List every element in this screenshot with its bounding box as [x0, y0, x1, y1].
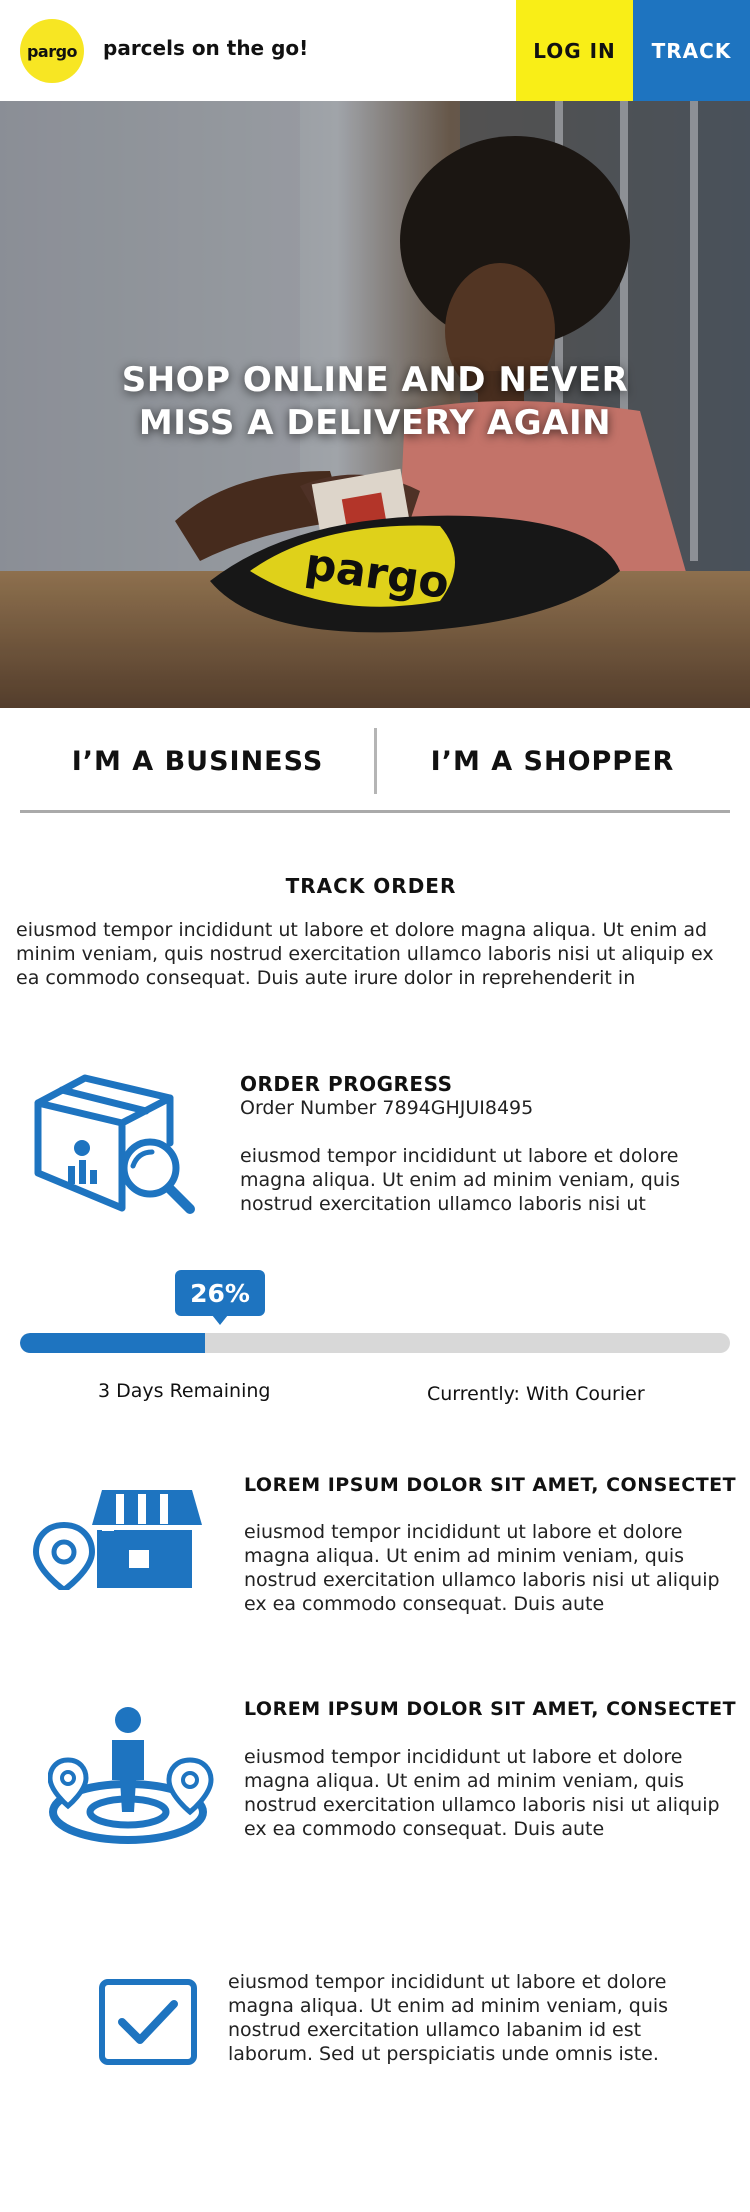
site-header: pargo parcels on the go! LOG IN TRACK [0, 0, 750, 101]
tab-shopper[interactable]: I’M A SHOPPER [375, 728, 730, 794]
track-order-title: TRACK ORDER [285, 874, 457, 898]
audience-tabs: I’M A BUSINESS I’M A SHOPPER [20, 708, 730, 813]
delivery-status: Currently: With Courier [427, 1383, 645, 1405]
order-number: Order Number 7894GHJUI8495 [240, 1097, 534, 1119]
checkbox-icon [99, 1979, 197, 2065]
pargo-logo[interactable]: pargo [20, 19, 84, 83]
package-search-icon [34, 1074, 195, 1214]
track-order-intro: eiusmod tempor incididunt ut labore et d… [16, 919, 714, 989]
hero-headline-line-1: SHOP ONLINE AND NEVER [121, 360, 629, 400]
feature-heading-1: LOREM IPSUM DOLOR SIT AMET, CONSECTET [244, 1474, 737, 1496]
order-description: eiusmod tempor incididunt ut labore et d… [240, 1145, 681, 1215]
hero-headline-line-2: MISS A DELIVERY AGAIN [138, 403, 612, 443]
progress-bar [20, 1333, 730, 1353]
hero-banner: pargo SHOP ONLINE AND NEVER MISS A DELIV… [0, 101, 750, 708]
feature-text-1: eiusmod tempor incididunt ut labore et d… [244, 1521, 720, 1615]
person-location-icon [48, 1707, 214, 1844]
tagline: parcels on the go! [103, 36, 309, 60]
track-button[interactable]: TRACK [633, 0, 750, 101]
hero-headline: SHOP ONLINE AND NEVER MISS A DELIVERY AG… [0, 359, 750, 445]
days-remaining: 3 Days Remaining [98, 1380, 271, 1402]
tab-business[interactable]: I’M A BUSINESS [20, 728, 375, 794]
progress-percent-badge: 26% [175, 1270, 265, 1325]
confirmation-text: eiusmod tempor incididunt ut labore et d… [228, 1971, 669, 2065]
progress-bar-fill [20, 1333, 205, 1353]
feature-heading-2: LOREM IPSUM DOLOR SIT AMET, CONSECTET [244, 1698, 737, 1720]
feature-text-2: eiusmod tempor incididunt ut labore et d… [244, 1746, 720, 1840]
login-button[interactable]: LOG IN [516, 0, 633, 101]
store-location-icon [32, 1490, 202, 1590]
order-progress-heading: ORDER PROGRESS [240, 1072, 453, 1096]
